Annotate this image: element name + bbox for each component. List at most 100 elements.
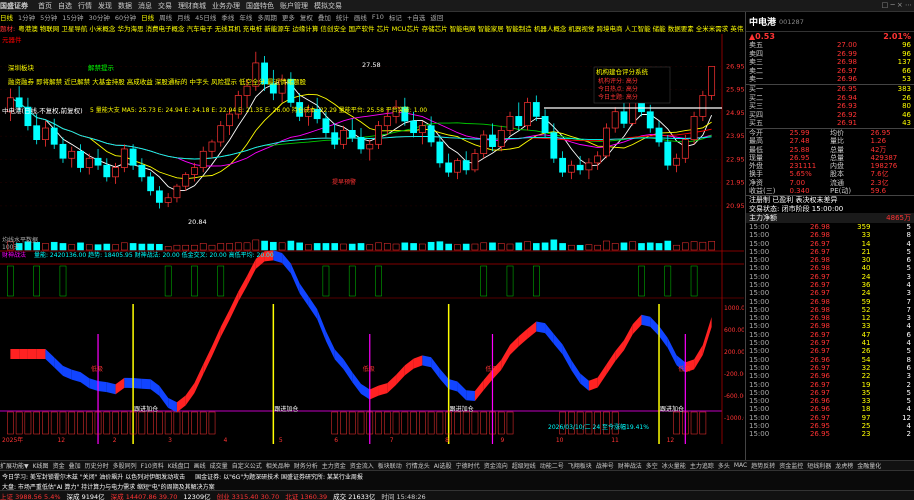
indicator-values: 量能: 2420136.00 趋势: 18405.95 财神战法: 20.00 … <box>34 251 274 259</box>
status-item[interactable]: 时间 15:48:26 <box>381 491 425 500</box>
bottom-tab[interactable]: F10资料 <box>141 461 164 470</box>
period-week[interactable]: 周线 <box>159 12 172 22</box>
bottom-tab[interactable]: 宁德时代 <box>456 461 480 470</box>
status-item[interactable]: 深成 9194亿 <box>67 491 105 500</box>
period-more[interactable]: 更多 <box>282 12 295 22</box>
candle-body <box>182 174 190 187</box>
tool-back[interactable]: 返回 <box>430 12 443 22</box>
bottom-tab[interactable]: 动能二号 <box>540 461 564 470</box>
bottom-tab[interactable]: 自定义公式 <box>232 461 262 470</box>
bottom-tab[interactable]: 主力资金 <box>322 461 346 470</box>
candle-body <box>611 111 619 129</box>
bottom-tab[interactable]: 金融量化 <box>857 461 881 470</box>
period-30min[interactable]: 30分钟 <box>89 12 110 22</box>
bottom-tab[interactable]: 多股同列 <box>113 461 137 470</box>
bottom-tab[interactable]: MAC <box>734 462 747 469</box>
score-line-2: 今日热点: 高分 <box>598 85 638 93</box>
period-month[interactable]: 月线 <box>177 12 190 22</box>
window-controls[interactable]: □ ─ × ⋯ <box>882 1 912 9</box>
status-item[interactable]: 上证 3988.56 5.4% <box>0 491 61 500</box>
bottom-tab[interactable]: 超级短线 <box>512 461 536 470</box>
bottom-tab[interactable]: 资金流入 <box>350 461 374 470</box>
candle-body <box>567 164 575 173</box>
tick-row: 15:00 26.98 33 8 <box>749 231 911 240</box>
bottom-tab[interactable]: 资金 <box>53 461 65 470</box>
main-flow-row[interactable]: 主力净额 4865万 <box>746 212 914 223</box>
kline-chart[interactable]: 低吸 低吸 低吸 低吸跟进加仓 跟进加仓 跟进加仓 跟进加仓 26.95 25.95 24.95… <box>0 34 744 444</box>
tool-mark[interactable]: 标记 <box>389 12 402 22</box>
bottom-tab[interactable]: 财务分析 <box>294 461 318 470</box>
bottom-tab[interactable]: 飞翔板块 <box>568 461 592 470</box>
bottom-tab[interactable]: K线图 <box>33 461 49 470</box>
bottom-tab[interactable]: 冰火量能 <box>662 461 686 470</box>
period-multi[interactable]: 多周期 <box>257 12 277 22</box>
bottom-tab[interactable]: 战神号 <box>596 461 614 470</box>
bottom-tab[interactable]: 主力追踪 <box>690 461 714 470</box>
period-60min[interactable]: 60分钟 <box>115 12 136 22</box>
menu-special[interactable]: 国盛特色 <box>246 1 274 11</box>
bottom-tab[interactable]: 趋势反转 <box>751 461 775 470</box>
bottom-tab[interactable]: 财神战法 <box>618 461 642 470</box>
menu-trade[interactable]: 交易 <box>158 1 172 11</box>
period-active[interactable]: 日线 <box>0 12 13 22</box>
status-item[interactable]: 成交 21633亿 <box>333 491 375 500</box>
menu-wealth[interactable]: 理财商城 <box>178 1 206 11</box>
status-item[interactable]: 创业 3315.40 30.70 <box>217 491 280 500</box>
menu-market[interactable]: 行情 <box>78 1 92 11</box>
candle-body <box>331 132 339 145</box>
news-left[interactable]: 今日学习: 美军封锁霍尔木兹 "关闭" 油价飙升 以色列对伊朗发动攻击 <box>2 472 185 481</box>
volume-bar <box>419 243 426 251</box>
concept-list[interactable]: 粤港澳 物联网 卫星导航 小米概念 华为海思 消费电子概念 汽车电子 无线耳机 … <box>18 23 744 33</box>
price-change-row: ▲0.53 2.01% <box>746 32 914 41</box>
bottom-tab[interactable]: AI选股 <box>434 461 452 470</box>
status-item[interactable]: 12309亿 <box>183 491 210 500</box>
tick-list[interactable]: 15:00 26.98 359 5 15:00 26.98 33 8 15:00 26.97 14 4… <box>746 223 914 439</box>
tick-row: 15:00 26.97 21 5 <box>749 247 911 256</box>
status-item[interactable]: 北证 1360.39 <box>285 491 327 500</box>
candle-body <box>559 157 567 173</box>
bottom-tab[interactable]: 多头 <box>718 461 730 470</box>
period-quarter[interactable]: 季线 <box>221 12 234 22</box>
menu-messages[interactable]: 消息 <box>138 1 152 11</box>
menu-account[interactable]: 账户管理 <box>280 1 308 11</box>
bottom-tab[interactable]: K线盘口 <box>168 461 190 470</box>
period-15min[interactable]: 15分钟 <box>62 12 83 22</box>
status-item[interactable]: 深成 14407.86 39.70 <box>111 491 178 500</box>
bottom-tab[interactable]: 叠加 <box>69 461 81 470</box>
bottom-tab[interactable]: 历史分时 <box>85 461 109 470</box>
tool-draw[interactable]: 画线 <box>354 12 367 22</box>
menu-business[interactable]: 业务办理 <box>212 1 240 11</box>
bottom-tab[interactable]: 画线 <box>194 461 206 470</box>
bottom-tab[interactable]: 资金监控 <box>779 461 803 470</box>
period-year[interactable]: 年线 <box>239 12 252 22</box>
bottom-tab[interactable]: 龙虎榜 <box>835 461 853 470</box>
tool-overlay[interactable]: 叠加 <box>318 12 331 22</box>
period-1min[interactable]: 1分钟 <box>18 12 35 22</box>
bottom-tab[interactable]: 短线利器 <box>807 461 831 470</box>
menu-home[interactable]: 首页 <box>38 1 52 11</box>
bid-row: 买五 26.91 43 <box>749 119 911 128</box>
news-mid[interactable]: 国金证券: 以"6G"为题深研技术 国盛证券研究所: 某某行业周报 <box>195 472 363 481</box>
bottom-tab[interactable]: 扩展功能▼ <box>0 461 29 470</box>
menu-simulated[interactable]: 模拟交易 <box>314 1 342 11</box>
tool-add-watch[interactable]: +自选 <box>407 12 425 22</box>
news-right[interactable]: 大盘: 市场严重低估"AI 算力" 持计算力与电力需求 缩短"电"的周期及其解决… <box>2 482 215 491</box>
bottom-tab[interactable]: 相关品种 <box>266 461 290 470</box>
bottom-tab[interactable]: 资金流向 <box>484 461 508 470</box>
menu-data[interactable]: 数据 <box>118 1 132 11</box>
bottom-tab[interactable]: 多空 <box>646 461 658 470</box>
bottom-tab[interactable]: 行情龙头 <box>406 461 430 470</box>
tool-stats[interactable]: 统计 <box>336 12 349 22</box>
tool-f10[interactable]: F10 <box>372 13 384 21</box>
y-tick-label: 23.95 <box>726 132 744 140</box>
volume-bar <box>305 244 312 251</box>
period-5min[interactable]: 5分钟 <box>40 12 57 22</box>
bottom-tab[interactable]: 成交量 <box>210 461 228 470</box>
bottom-tab[interactable]: 板块联动 <box>378 461 402 470</box>
period-day[interactable]: 日线 <box>141 12 154 22</box>
menu-discover[interactable]: 发现 <box>98 1 112 11</box>
y-tick-label: 25.95 <box>726 86 744 94</box>
menu-watchlist[interactable]: 自选 <box>58 1 72 11</box>
tool-adjust[interactable]: 复权 <box>300 12 313 22</box>
period-45day[interactable]: 45日线 <box>195 12 216 22</box>
